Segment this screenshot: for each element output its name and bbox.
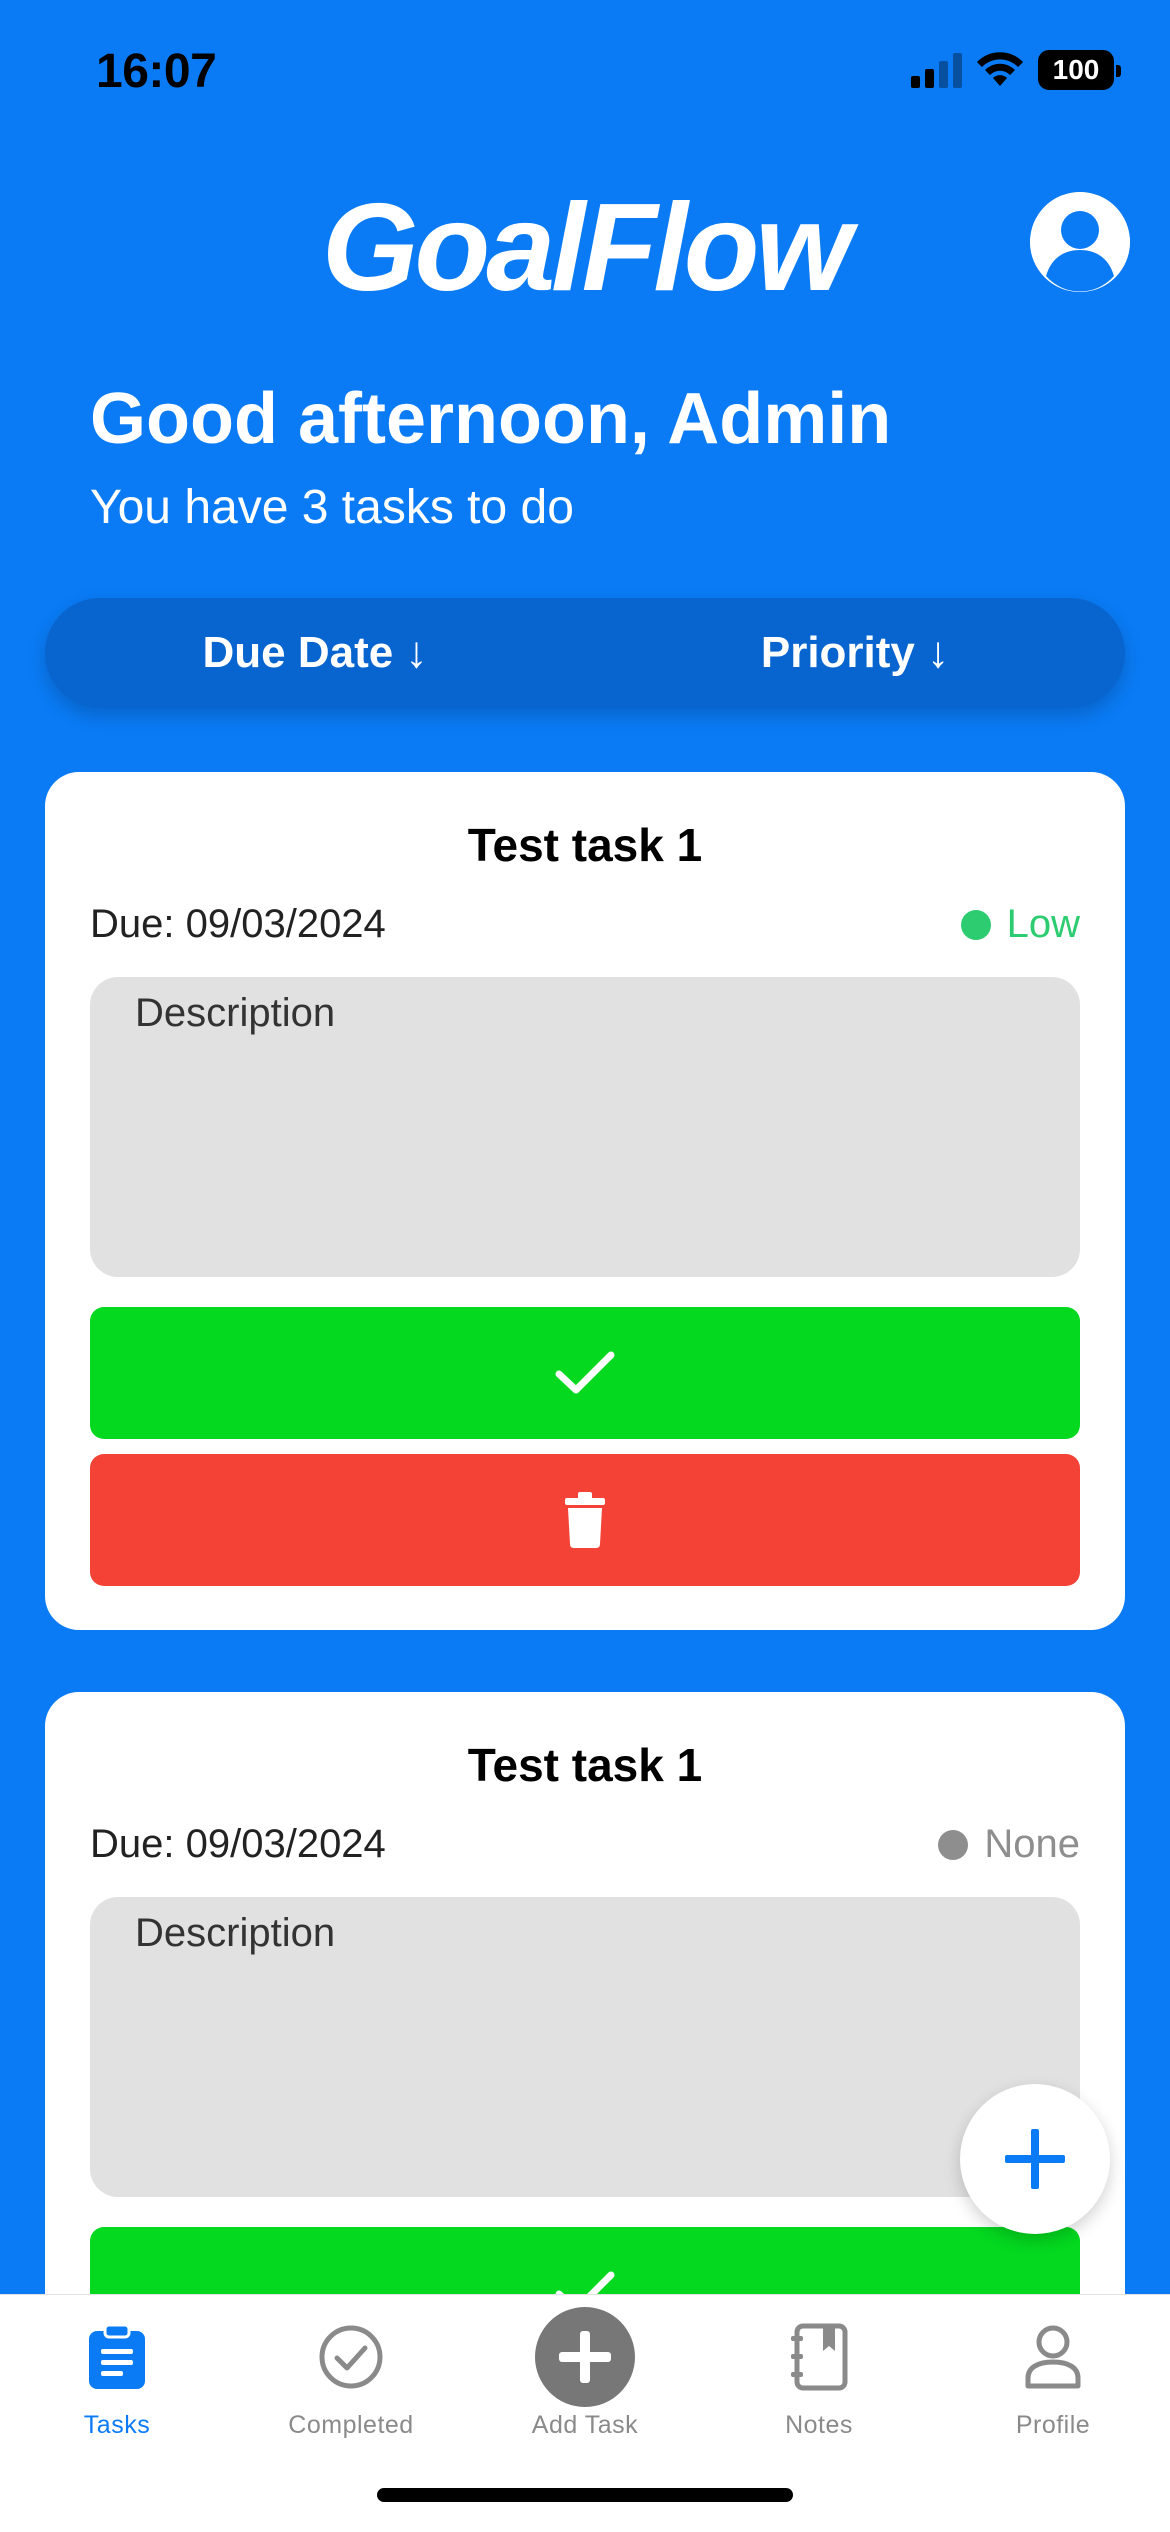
home-indicator [377, 2488, 793, 2502]
tab-notes[interactable]: Notes [702, 2311, 936, 2461]
clipboard-icon [89, 2323, 145, 2389]
complete-task-button[interactable] [90, 1307, 1080, 1439]
cellular-signal-icon [911, 52, 962, 88]
add-task-fab[interactable] [960, 2084, 1110, 2234]
tab-tasks[interactable]: Tasks [0, 2311, 234, 2461]
task-priority: None [938, 1822, 1080, 1867]
plus-circle-icon [535, 2307, 635, 2407]
check-circle-icon [319, 2325, 383, 2389]
task-description-field[interactable]: Description [90, 1897, 1080, 2197]
priority-dot-icon [960, 909, 991, 940]
description-placeholder: Description [135, 1911, 336, 1955]
status-bar: 16:07 100 [0, 0, 1170, 150]
tab-label: Completed [288, 2411, 414, 2439]
wifi-icon [977, 52, 1023, 86]
task-due-date: Due: 09/03/2024 [90, 902, 386, 946]
tab-label: Tasks [83, 2411, 151, 2439]
trash-icon [565, 1492, 605, 1548]
plus-icon [1005, 2129, 1065, 2189]
task-count-subtitle: You have 3 tasks to do [90, 481, 574, 534]
checkmark-icon [555, 1351, 615, 1394]
sort-due-date-button[interactable]: Due Date ↓ [45, 598, 585, 708]
tab-label: Add Task [531, 2411, 639, 2439]
description-placeholder: Description [135, 991, 336, 1035]
profile-avatar-button[interactable] [1030, 192, 1130, 292]
sort-priority-button[interactable]: Priority ↓ [585, 598, 1125, 708]
app-logo: GoalFlow [322, 179, 852, 317]
tab-add-task[interactable]: Add Task [468, 2307, 702, 2461]
sort-bar: Due Date ↓ Priority ↓ [45, 598, 1125, 708]
task-description-field[interactable]: Description [90, 977, 1080, 1277]
tab-label: Profile [1015, 2411, 1091, 2439]
greeting-heading: Good afternoon, Admin [90, 379, 892, 459]
status-icons: 100 [911, 50, 1121, 90]
task-card: Test task 1 Due: 09/03/2024 Low Descript… [45, 772, 1125, 1630]
priority-label: Low [1006, 902, 1080, 946]
delete-task-button[interactable] [90, 1454, 1080, 1586]
tab-profile[interactable]: Profile [936, 2311, 1170, 2461]
tab-completed[interactable]: Completed [234, 2311, 468, 2461]
user-avatar-icon [1030, 192, 1130, 292]
notebook-icon [791, 2323, 848, 2391]
task-title: Test task 1 [467, 1739, 703, 1791]
priority-label: None [984, 1822, 1080, 1866]
priority-dot-icon [938, 1829, 969, 1860]
task-priority: Low [960, 902, 1080, 947]
task-due-date: Due: 09/03/2024 [90, 1822, 386, 1866]
battery-icon: 100 [1038, 50, 1121, 90]
status-time: 16:07 [96, 45, 217, 98]
task-title: Test task 1 [467, 819, 703, 871]
tab-label: Notes [785, 2411, 853, 2439]
person-icon [1025, 2325, 1081, 2389]
